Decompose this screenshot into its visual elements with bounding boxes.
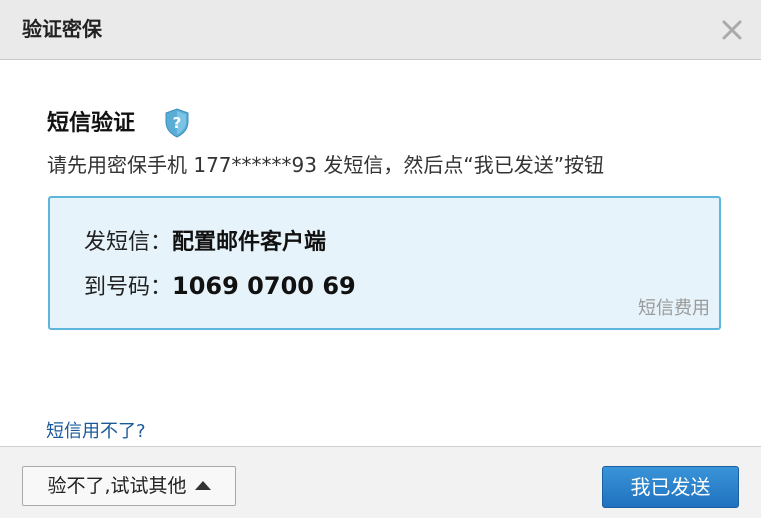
dialog-footer: 验不了,试试其他 我已发送: [0, 446, 761, 518]
caret-up-icon: [194, 481, 211, 490]
sms-info-box: 发短信：配置邮件客户端 到号码：1069 0700 69 短信费用: [48, 196, 721, 330]
sent-button[interactable]: 我已发送: [602, 466, 739, 508]
sms-verify-heading: 短信验证: [47, 111, 136, 136]
svg-text:?: ?: [173, 114, 182, 132]
close-icon[interactable]: [718, 16, 746, 44]
dialog-title: 验证密保: [22, 17, 102, 41]
verify-security-dialog: 验证密保 短信验证 ? 请先用密保手机 177******93 发短信，然后点“…: [0, 0, 761, 518]
sms-instruction: 请先用密保手机 177******93 发短信，然后点“我已发送”按钮: [47, 153, 605, 177]
other-methods-label: 验不了,试试其他: [47, 475, 187, 497]
cant-use-sms-link[interactable]: 短信用不了?: [46, 420, 146, 444]
sms-fee-link[interactable]: 短信费用: [638, 298, 710, 320]
shield-question-icon[interactable]: ?: [164, 108, 190, 138]
send-number-row: 到号码：1069 0700 69: [84, 271, 356, 303]
send-content-row: 发短信：配置邮件客户端: [84, 228, 326, 258]
send-number-value: 1069 0700 69: [172, 272, 356, 300]
send-content-value: 配置邮件客户端: [172, 230, 327, 255]
send-content-label: 发短信：: [84, 230, 173, 255]
dialog-titlebar: 验证密保: [0, 0, 761, 60]
other-methods-button[interactable]: 验不了,试试其他: [22, 466, 236, 506]
send-number-label: 到号码：: [84, 275, 173, 300]
